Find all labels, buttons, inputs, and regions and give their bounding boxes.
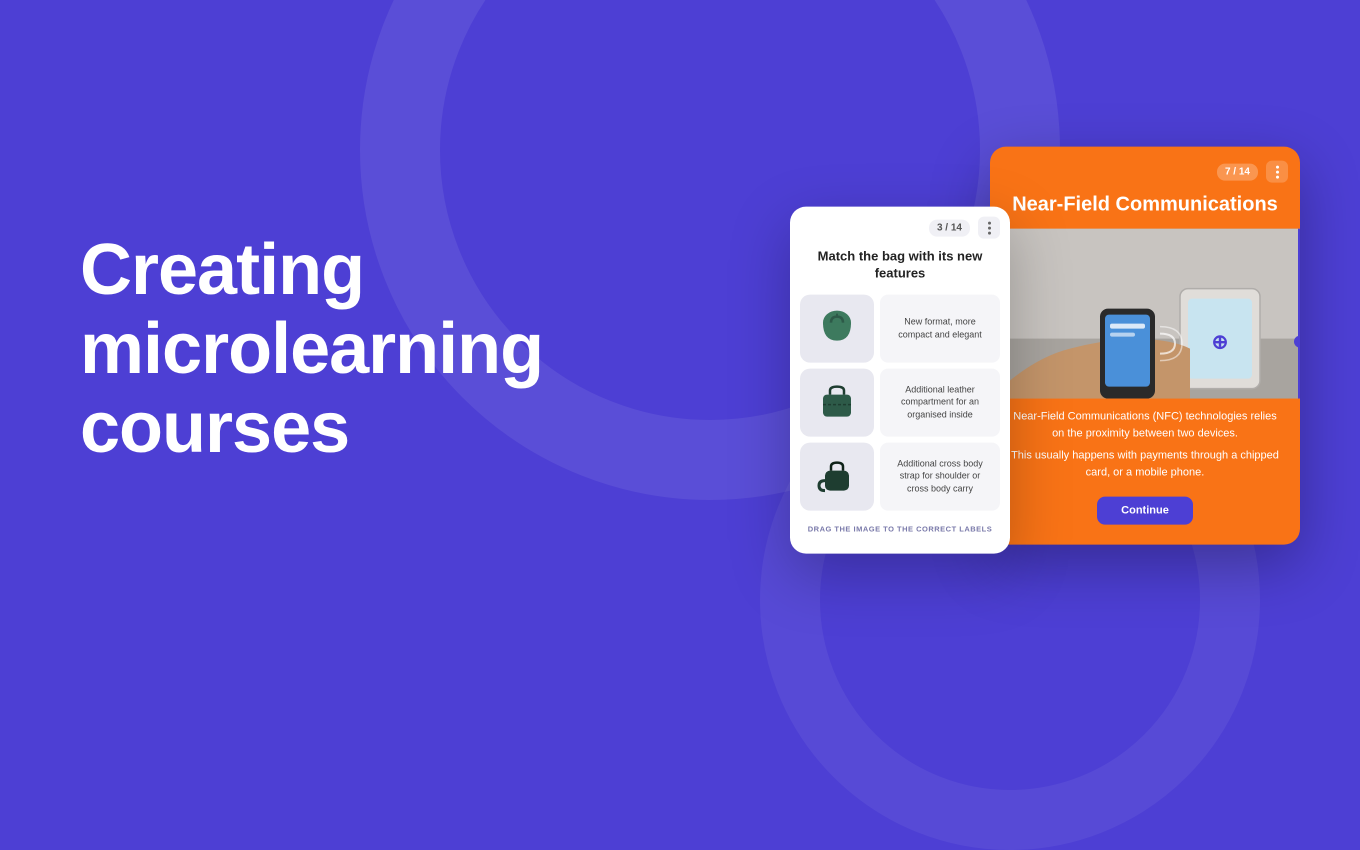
nfc-card: 7 / 14 Near-Field Communications	[990, 147, 1300, 545]
odot3	[1276, 175, 1279, 178]
odot1	[1276, 165, 1279, 168]
nfc-scene-svg: ⊕	[990, 229, 1300, 399]
slider-line	[1298, 229, 1300, 399]
cards-container: 3 / 14 Match the bag with its new featur…	[790, 147, 1300, 554]
nfc-image-area: ⊕	[990, 229, 1300, 399]
bag-image-3[interactable]	[800, 442, 874, 510]
bag-row-1: New format, more compact and elegant	[790, 294, 1010, 368]
bag-svg-2	[811, 376, 863, 428]
odot2	[1276, 170, 1279, 173]
card-white-title: Match the bag with its new features	[790, 245, 1010, 295]
card-orange-menu-button[interactable]	[1266, 161, 1288, 183]
bag-svg-3	[811, 450, 863, 502]
hero-text-block: Creating microlearning courses	[80, 231, 530, 469]
bag-image-2[interactable]	[800, 368, 874, 436]
hero-line3: courses	[80, 389, 349, 469]
nfc-body-text-1: Near-Field Communications (NFC) technolo…	[1008, 409, 1282, 442]
dot2	[988, 226, 991, 229]
dot3	[988, 231, 991, 234]
card-white-menu-button[interactable]	[978, 217, 1000, 239]
bag-label-3: Additional cross body strap for shoulder…	[880, 442, 1000, 510]
bag-image-1[interactable]	[800, 294, 874, 362]
hero-line2: microlearning	[80, 309, 543, 389]
nfc-scene: ⊕	[990, 229, 1300, 399]
nfc-body: Near-Field Communications (NFC) technolo…	[990, 409, 1300, 525]
nfc-body-text-2: This usually happens with payments throu…	[1008, 448, 1282, 481]
card-orange-progress: 7 / 14	[1217, 163, 1258, 180]
nfc-title: Near-Field Communications	[990, 183, 1300, 229]
continue-button[interactable]: Continue	[1097, 497, 1193, 525]
dot1	[988, 221, 991, 224]
drag-hint: DRAG THE IMAGE TO THE CORRECT LABELS	[790, 524, 1010, 533]
matching-card: 3 / 14 Match the bag with its new featur…	[790, 207, 1010, 554]
slider-dot-bottom	[1294, 336, 1300, 348]
card-white-progress: 3 / 14	[929, 219, 970, 236]
bag-row-2: Additional leather compartment for an or…	[790, 368, 1010, 442]
bag-row-3: Additional cross body strap for shoulder…	[790, 442, 1010, 516]
bag-svg-1	[811, 302, 863, 354]
hero-line1: Creating	[80, 230, 364, 310]
card-white-header: 3 / 14	[790, 207, 1010, 245]
svg-text:⊕: ⊕	[1212, 332, 1229, 354]
bag-label-1: New format, more compact and elegant	[880, 294, 1000, 362]
card-orange-header: 7 / 14	[990, 147, 1300, 183]
bag-label-2: Additional leather compartment for an or…	[880, 368, 1000, 436]
